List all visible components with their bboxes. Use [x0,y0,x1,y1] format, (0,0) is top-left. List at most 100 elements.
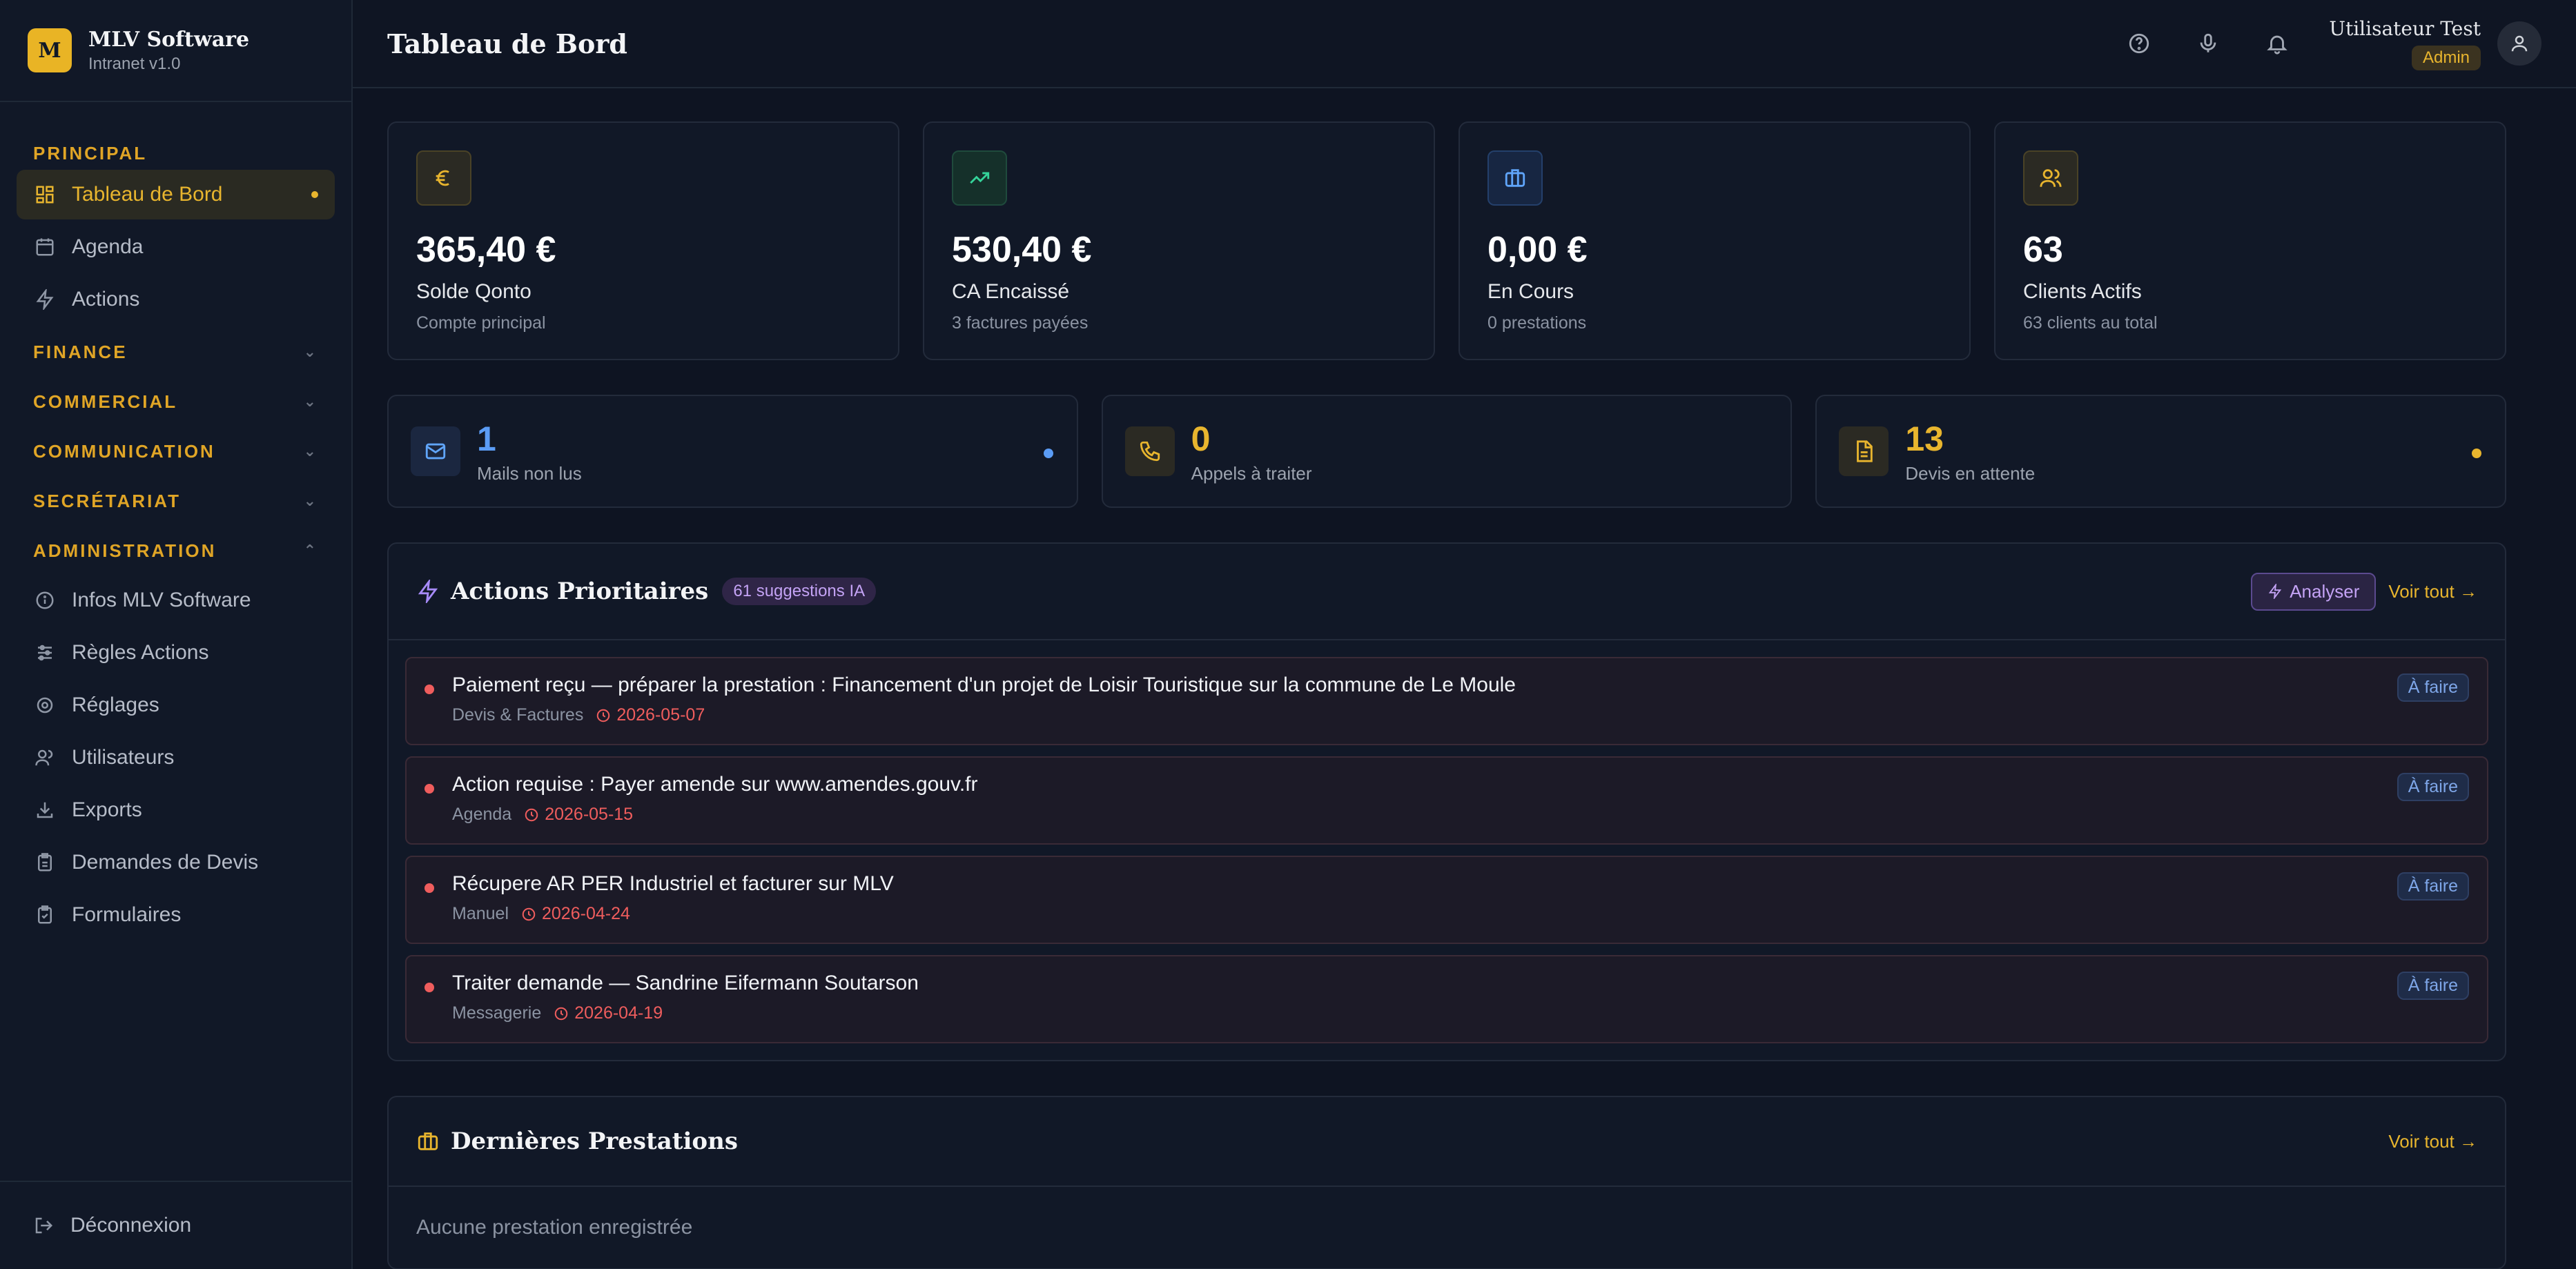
prestations-panel-title: Dernières Prestations [451,1128,738,1155]
quick-label: Mails non lus [477,462,582,484]
stat-card-ca[interactable]: 530,40 € CA Encaissé 3 factures payées [923,121,1435,360]
sidebar-item-actions[interactable]: Actions [17,275,335,324]
status-badge[interactable]: À faire [2397,773,2469,801]
analyse-button[interactable]: Analyser [2251,572,2377,611]
clipboard-icon [33,851,57,874]
action-title: Traiter demande — Sandrine Eifermann Sou… [452,972,919,994]
list-item[interactable]: Traiter demande — Sandrine Eifermann Sou… [405,955,2488,1043]
quick-label: Devis en attente [1905,462,2036,484]
notifications-button[interactable] [2260,26,2294,61]
section-finance[interactable]: FINANCE ⌄ [17,327,335,377]
section-principal: PRINCIPAL [33,142,148,164]
stat-card-clients[interactable]: 63 Clients Actifs 63 clients au total [1994,121,2506,360]
priority-dot [425,685,434,694]
info-icon [33,589,57,612]
page-title: Tableau de Bord [387,28,627,59]
sliders-icon [33,641,57,665]
action-date: 2026-05-07 [616,705,705,725]
sidebar-item-label: Utilisateurs [72,746,175,769]
sidebar-item-demandes-devis[interactable]: Demandes de Devis [17,838,335,887]
quick-label: Appels à traiter [1191,462,1312,484]
priority-dot [425,784,434,794]
status-badge[interactable]: À faire [2397,872,2469,901]
sidebar-item-tableau-de-bord[interactable]: Tableau de Bord [17,170,335,219]
section-commercial[interactable]: COMMERCIAL ⌄ [17,377,335,426]
chevron-down-icon: ⌄ [303,442,318,460]
mail-icon [411,426,460,476]
download-icon [33,798,57,822]
section-administration[interactable]: ADMINISTRATION ⌃ [17,526,335,576]
stat-value: 530,40 € [952,230,1092,270]
sidebar-item-label: Réglages [72,693,159,716]
quick-card-devis[interactable]: 13 Devis en attente [1815,395,2507,508]
status-badge[interactable]: À faire [2397,972,2469,1000]
sidebar: M MLV Software Intranet v1.0 PRINCIPAL T… [0,0,353,1269]
actions-panel: Actions Prioritaires 61 suggestions IA A… [387,542,2506,1061]
gear-icon [33,693,57,717]
ia-suggestions-badge: 61 suggestions IA [722,578,877,605]
sidebar-item-label: Exports [72,798,142,821]
logout-button[interactable]: Déconnexion [0,1181,351,1269]
priority-dot [425,883,434,893]
form-icon [33,903,57,927]
euro-icon [416,150,471,206]
stat-sub: 63 clients au total [2023,313,2158,333]
actions-panel-title: Actions Prioritaires [451,578,709,605]
section-secretariat[interactable]: SECRÉTARIAT ⌄ [17,476,335,526]
sidebar-item-infos[interactable]: Infos MLV Software [17,576,335,625]
actions-see-all-link[interactable]: Voir tout → [2388,581,2477,602]
logout-label: Déconnexion [70,1214,192,1237]
status-badge[interactable]: À faire [2397,673,2469,702]
sidebar-item-label: Agenda [72,235,144,258]
stat-sub: 0 prestations [1487,313,1587,333]
user-info[interactable]: Utilisateur Test Admin [2329,17,2481,70]
logout-icon [35,1217,53,1234]
sidebar-item-reglages[interactable]: Réglages [17,680,335,730]
action-date: 2026-04-19 [574,1003,663,1023]
help-button[interactable] [2122,26,2156,61]
microphone-button[interactable] [2191,26,2225,61]
sidebar-item-formulaires[interactable]: Formulaires [17,890,335,940]
section-communication[interactable]: COMMUNICATION ⌄ [17,426,335,476]
calendar-icon [33,235,57,259]
chevron-down-icon: ⌄ [303,393,318,410]
brand[interactable]: M MLV Software Intranet v1.0 [0,0,351,102]
sidebar-item-regles-actions[interactable]: Règles Actions [17,628,335,678]
stat-card-solde[interactable]: 365,40 € Solde Qonto Compte principal [387,121,899,360]
sidebar-item-label: Actions [72,288,140,311]
action-source: Agenda [452,805,512,824]
list-item[interactable]: Récupere AR PER Industriel et facturer s… [405,856,2488,944]
quick-row: 1 Mails non lus 0 Appels à traiter 13 De… [387,395,2507,508]
sidebar-item-label: Tableau de Bord [72,183,223,206]
active-dot [311,191,318,198]
stat-value: 0,00 € [1487,230,1588,270]
sidebar-item-label: Demandes de Devis [72,851,259,874]
quick-card-mails[interactable]: 1 Mails non lus [387,395,1078,508]
bell-icon [2267,35,2288,55]
prestations-see-all-link[interactable]: Voir tout → [2388,1131,2477,1152]
sidebar-item-exports[interactable]: Exports [17,785,335,835]
sidebar-item-agenda[interactable]: Agenda [17,222,335,272]
sparkle-icon [2269,584,2282,599]
main: Tableau de Bord Utilisateur Test Admin 3… [353,0,2576,1269]
brand-name: MLV Software [88,27,250,52]
quick-card-appels[interactable]: 0 Appels à traiter [1101,395,1793,508]
brand-subtitle: Intranet v1.0 [88,54,181,73]
stat-card-en-cours[interactable]: 0,00 € En Cours 0 prestations [1458,121,1971,360]
sidebar-item-utilisateurs[interactable]: Utilisateurs [17,733,335,783]
avatar[interactable] [2497,21,2541,66]
bolt-icon [33,288,57,311]
stat-value: 63 [2023,230,2063,270]
action-date: 2026-05-15 [545,805,634,824]
quick-value: 13 [1905,419,1944,458]
list-item[interactable]: Paiement reçu — préparer la prestation :… [405,657,2488,745]
action-source: Devis & Factures [452,705,584,725]
pending-dot [2472,449,2482,458]
quick-value: 1 [477,419,496,458]
bolt-icon [418,580,438,603]
briefcase-icon [1487,150,1543,206]
list-item[interactable]: Action requise : Payer amende sur www.am… [405,756,2488,845]
chevron-down-icon: ⌄ [303,492,318,509]
microphone-icon [2201,33,2216,52]
clock-icon [554,1007,568,1020]
